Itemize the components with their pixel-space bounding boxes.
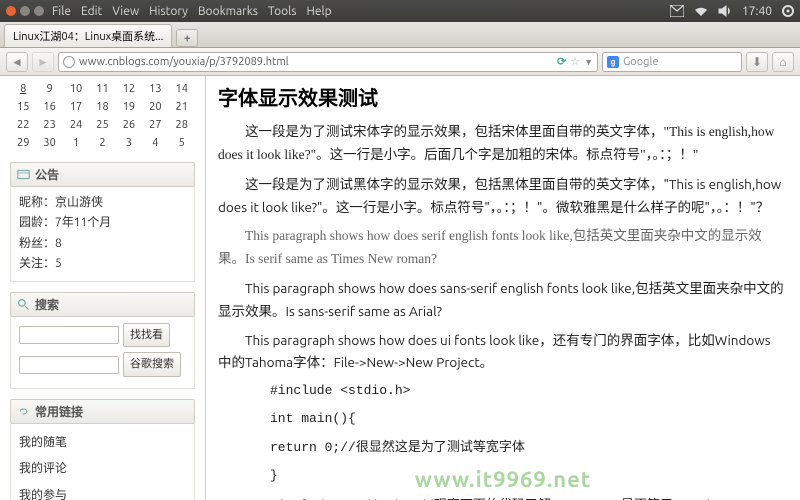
menu-view[interactable]: View: [112, 5, 139, 18]
gear-icon[interactable]: [782, 5, 794, 17]
new-tab-button[interactable]: +: [176, 29, 198, 47]
article-title: 字体显示效果测试: [218, 82, 784, 111]
code-line: #include <stdio.h> //观察下面的代码了解monospace是…: [270, 495, 784, 500]
paragraph: This paragraph shows how does serif engl…: [218, 225, 784, 271]
clock[interactable]: 17:40: [742, 5, 772, 18]
address-bar[interactable]: www.cnblogs.com/youxia/p/3792089.html ⟳ …: [58, 52, 598, 72]
system-topbar: File Edit View History Bookmarks Tools H…: [0, 0, 800, 22]
announce-icon: [17, 168, 30, 181]
menu-edit[interactable]: Edit: [81, 5, 102, 18]
app-menu: File Edit View History Bookmarks Tools H…: [52, 5, 332, 18]
home-button[interactable]: ⌂: [772, 52, 794, 72]
forward-button[interactable]: ►: [32, 52, 54, 72]
mail-icon[interactable]: [670, 5, 684, 17]
menu-bookmarks[interactable]: Bookmarks: [198, 5, 258, 18]
google-search-input[interactable]: [19, 356, 119, 374]
maximize-icon[interactable]: [34, 6, 44, 16]
profile-line: 关注：5: [19, 254, 186, 274]
panel-announce-head: 公告: [10, 162, 195, 187]
close-icon[interactable]: [6, 6, 16, 16]
network-icon[interactable]: [694, 5, 708, 17]
code-line: #include <stdio.h>: [270, 380, 784, 402]
url-text: www.cnblogs.com/youxia/p/3792089.html: [79, 56, 553, 68]
link-item[interactable]: 我的评论: [19, 456, 186, 482]
profile-line: 昵称：京山游侠: [19, 193, 186, 213]
link-item[interactable]: 我的参与: [19, 483, 186, 500]
calendar-widget[interactable]: 891011121314 15161718192021 222324252627…: [10, 80, 195, 152]
bookmark-icon[interactable]: ☆: [570, 55, 580, 68]
site-identity-icon: [63, 56, 75, 68]
link-item[interactable]: 我的随笔: [19, 430, 186, 456]
article-main: 字体显示效果测试 这一段是为了测试宋体字的显示效果，包括宋体里面自带的英文字体，…: [206, 76, 800, 500]
paragraph: This paragraph shows how does ui fonts l…: [218, 329, 784, 375]
tab-title: Linux江湖04：Linux桌面系统...: [13, 28, 163, 44]
menu-help[interactable]: Help: [307, 5, 332, 18]
tab-bar: Linux江湖04：Linux桌面系统... +: [0, 22, 800, 48]
code-line: int main(){: [270, 408, 784, 430]
search-bar[interactable]: g Google: [602, 52, 742, 72]
code-line: }: [270, 465, 784, 487]
search-icon: [17, 298, 30, 311]
downloads-button[interactable]: ⬇: [746, 52, 768, 72]
menu-history[interactable]: History: [149, 5, 188, 18]
browser-tab[interactable]: Linux江湖04：Linux桌面系统...: [4, 24, 172, 47]
menu-file[interactable]: File: [52, 5, 71, 18]
reload-icon[interactable]: ⟳: [557, 55, 566, 68]
search-placeholder: Google: [623, 56, 658, 68]
minimize-icon[interactable]: [20, 6, 30, 16]
site-search-input[interactable]: [19, 326, 119, 344]
volume-icon[interactable]: [718, 5, 732, 17]
code-line: return 0;//很显然这是为了测试等宽字体: [270, 437, 784, 459]
paragraph: 这一段是为了测试黑体字的显示效果，包括黑体里面自带的英文字体，"This is …: [218, 173, 784, 219]
panel-links-body: 我的随笔 我的评论 我的参与 最新评论 我的标签 更多链接: [10, 424, 195, 500]
google-search-button[interactable]: 谷歌搜索: [123, 352, 181, 377]
google-icon: g: [607, 56, 619, 68]
paragraph: This paragraph shows how does sans-serif…: [218, 277, 784, 323]
page-content: 891011121314 15161718192021 222324252627…: [0, 76, 800, 500]
panel-search-body: 找找看 谷歌搜索: [10, 317, 195, 389]
url-dropdown-icon[interactable]: ▼: [584, 57, 593, 67]
url-toolbar: ◄ ► www.cnblogs.com/youxia/p/3792089.htm…: [0, 48, 800, 76]
panel-links-head: 常用链接: [10, 399, 195, 424]
paragraph: 这一段是为了测试宋体字的显示效果，包括宋体里面自带的英文字体，"This is …: [218, 121, 784, 167]
panel-search-head: 搜索: [10, 292, 195, 317]
back-button[interactable]: ◄: [6, 52, 28, 72]
site-search-button[interactable]: 找找看: [123, 323, 170, 348]
sidebar: 891011121314 15161718192021 222324252627…: [0, 76, 206, 500]
menu-tools[interactable]: Tools: [268, 5, 297, 18]
window-controls[interactable]: [6, 6, 44, 16]
profile-line: 园龄：7年11个月: [19, 213, 186, 233]
panel-announce-body: 昵称：京山游侠 园龄：7年11个月 粉丝：8 关注：5: [10, 187, 195, 282]
profile-line: 粉丝：8: [19, 234, 186, 254]
links-icon: [17, 405, 30, 418]
